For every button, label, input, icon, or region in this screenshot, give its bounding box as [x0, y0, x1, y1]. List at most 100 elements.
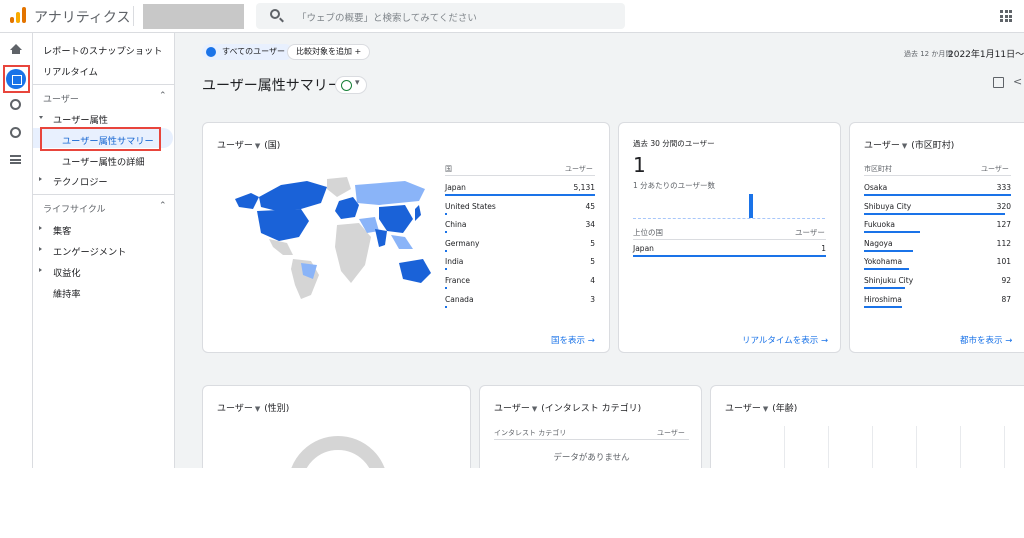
- map-canada: [259, 181, 327, 211]
- row-value: 1: [821, 244, 826, 253]
- row-label: Fukuoka: [864, 220, 895, 230]
- search-placeholder: 「ウェブの概要」と検索してみてください: [297, 13, 477, 24]
- all-users-chip[interactable]: すべてのユーザー: [202, 44, 293, 60]
- share-icon[interactable]: <: [1013, 75, 1022, 88]
- map-russia: [355, 181, 425, 205]
- row-value: 87: [1001, 294, 1011, 304]
- expand-right-icon[interactable]: [39, 177, 42, 181]
- per-minute-chart[interactable]: [633, 194, 825, 219]
- table-row[interactable]: France 4: [445, 276, 595, 295]
- row-value: 45: [585, 201, 595, 211]
- dropdown-arrow-icon[interactable]: ▼: [532, 405, 537, 413]
- gender-donut-chart[interactable]: [288, 436, 388, 468]
- row-bar: [445, 231, 447, 234]
- age-card-title: ユーザー ▼ (年齢): [725, 401, 797, 414]
- expand-right-icon[interactable]: [39, 247, 42, 251]
- nav-acquisition[interactable]: 集客: [53, 223, 71, 237]
- table-row[interactable]: Fukuoka 127: [864, 220, 1011, 239]
- table-row[interactable]: India 5: [445, 257, 595, 276]
- row-value: 112: [996, 238, 1011, 248]
- metric-selector[interactable]: ユーザー: [725, 404, 761, 414]
- world-map[interactable]: [229, 175, 441, 300]
- row-label: Germany: [445, 238, 480, 248]
- expand-down-icon[interactable]: [39, 116, 43, 119]
- chevron-up-icon[interactable]: ⌃: [159, 201, 167, 211]
- apps-grid-icon[interactable]: [1000, 10, 1012, 22]
- table-row[interactable]: Hiroshima 87: [864, 295, 1011, 314]
- table-row[interactable]: Canada 3: [445, 295, 595, 314]
- row-bar: [864, 287, 905, 289]
- top-bar: アナリティクス 「ウェブの概要」と検索してみてください: [0, 0, 1024, 33]
- metric-selector[interactable]: ユーザー: [217, 404, 253, 414]
- nav-section-lifecycle[interactable]: ライフサイクル: [43, 202, 106, 215]
- nav-technology[interactable]: テクノロジー: [53, 174, 108, 188]
- map-africa: [335, 223, 371, 283]
- explore-icon[interactable]: [10, 99, 21, 110]
- table-row[interactable]: United States 45: [445, 202, 595, 221]
- metric-selector[interactable]: ユーザー: [217, 141, 253, 151]
- nav-monetization[interactable]: 収益化: [53, 265, 81, 279]
- header-divider: [633, 239, 826, 240]
- metric-selector[interactable]: ユーザー: [494, 404, 530, 414]
- metric-selector[interactable]: ユーザー: [864, 141, 900, 151]
- map-india: [375, 229, 387, 247]
- map-china: [379, 205, 413, 233]
- table-row[interactable]: Germany 5: [445, 239, 595, 258]
- nav-user-attributes-detail[interactable]: ユーザー属性の詳細: [62, 154, 145, 168]
- add-comparison-button[interactable]: 比較対象を追加 +: [287, 44, 371, 60]
- chevron-up-icon[interactable]: ⌃: [159, 91, 167, 101]
- table-row[interactable]: Japan 1: [633, 244, 826, 263]
- search-bar[interactable]: 「ウェブの概要」と検索してみてください: [256, 3, 625, 29]
- row-label: France: [445, 276, 470, 285]
- expand-right-icon[interactable]: [39, 226, 42, 230]
- map-greenland: [327, 177, 351, 197]
- header-divider: [864, 175, 1011, 176]
- date-range-selector[interactable]: 2022年1月11日～202: [948, 47, 1024, 60]
- row-value: 5: [590, 257, 595, 267]
- row-label: Hiroshima: [864, 294, 902, 304]
- dropdown-arrow-icon[interactable]: ▼: [255, 405, 260, 413]
- table-row[interactable]: Nagoya 112: [864, 239, 1011, 258]
- row-bar: [864, 249, 914, 252]
- table-row[interactable]: Shibuya City 320: [864, 202, 1011, 221]
- edit-report-icon[interactable]: [993, 77, 1004, 88]
- arrow-right-icon: →: [820, 336, 829, 346]
- table-row[interactable]: China 34: [445, 220, 595, 239]
- nav-divider: [33, 84, 174, 85]
- nav-user-attributes[interactable]: ユーザー属性: [53, 112, 108, 126]
- account-selector[interactable]: [143, 4, 244, 29]
- home-icon[interactable]: [10, 44, 22, 54]
- row-bar: [864, 231, 921, 234]
- view-countries-link[interactable]: 国を表示 →: [551, 334, 595, 346]
- row-bar: [445, 305, 447, 308]
- view-realtime-link[interactable]: リアルタイムを表示 →: [742, 334, 828, 346]
- nav-retention[interactable]: 維持率: [53, 286, 81, 300]
- expand-right-icon[interactable]: [39, 268, 42, 272]
- row-label: Osaka: [864, 183, 888, 192]
- row-bar: [445, 268, 447, 271]
- arrow-right-icon: →: [587, 336, 595, 346]
- dimension-label: (市区町村): [911, 141, 955, 151]
- row-label: Nagoya: [864, 238, 893, 248]
- table-row[interactable]: Yokohama 101: [864, 257, 1011, 276]
- configure-icon[interactable]: [10, 155, 21, 164]
- nav-engagement[interactable]: エンゲージメント: [53, 244, 126, 258]
- nav-report-snapshot[interactable]: レポートのスナップショット: [43, 43, 162, 57]
- map-united-states: [257, 209, 309, 241]
- country-card-title: ユーザー ▼ (国): [217, 138, 280, 151]
- title-status-dropdown[interactable]: [335, 76, 367, 94]
- view-cities-link[interactable]: 都市を表示 →: [960, 334, 1012, 346]
- dropdown-arrow-icon[interactable]: ▼: [255, 142, 260, 150]
- dropdown-arrow-icon[interactable]: ▼: [763, 405, 768, 413]
- table-row[interactable]: Shinjuku City 92: [864, 276, 1011, 295]
- advertising-icon[interactable]: [10, 127, 21, 138]
- row-bar: [864, 268, 909, 271]
- table-row[interactable]: Osaka 333: [864, 183, 1011, 202]
- dropdown-arrow-icon[interactable]: ▼: [902, 142, 907, 150]
- nav-section-user[interactable]: ユーザー: [43, 92, 79, 105]
- table-row[interactable]: Japan 5,131: [445, 183, 595, 202]
- row-label: Shibuya City: [864, 201, 912, 211]
- nav-divider: [33, 194, 174, 195]
- nav-realtime[interactable]: リアルタイム: [43, 64, 98, 78]
- age-chart-gridline: [828, 426, 829, 468]
